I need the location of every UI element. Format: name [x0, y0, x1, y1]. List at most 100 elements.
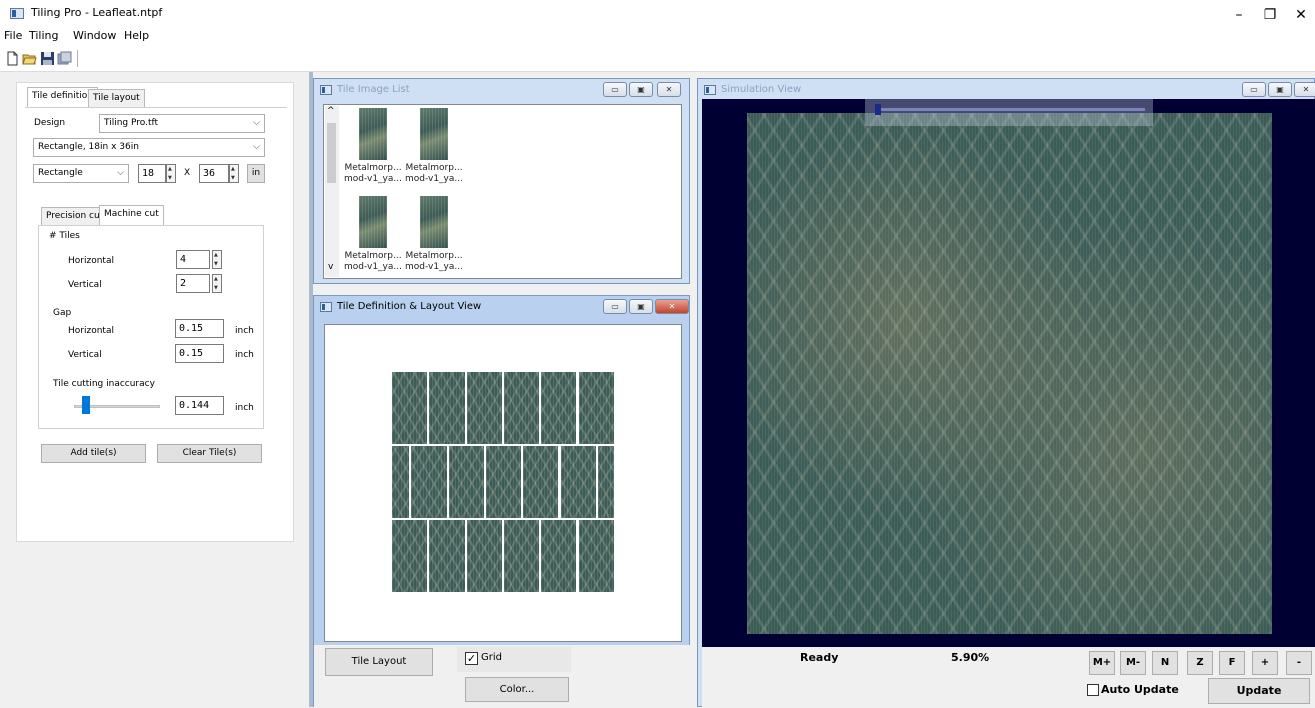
- scrollbar-thumb[interactable]: [327, 123, 336, 183]
- tile-settings-panel: Tile definition Tile layout Design Tilin…: [16, 82, 294, 542]
- tile-size-select[interactable]: Rectangle, 18in x 36in ⌵: [33, 138, 265, 157]
- tile-height-stepper[interactable]: [229, 164, 239, 183]
- auto-update-checkbox[interactable]: [1087, 684, 1099, 696]
- layout-tile: [523, 446, 561, 520]
- list-item[interactable]: Metalmorp... mod-v1_ya...: [404, 251, 464, 273]
- zoom-slider-track[interactable]: [877, 108, 1145, 111]
- dimension-x-label: X: [184, 168, 191, 178]
- horizontal-tiles-input[interactable]: 4: [176, 250, 210, 269]
- window-icon: [320, 85, 332, 95]
- layout-tile: [560, 446, 598, 520]
- menu-tiling[interactable]: Tiling: [29, 29, 59, 42]
- shape-select[interactable]: Rectangle ⌵: [33, 164, 129, 183]
- inaccuracy-slider-thumb[interactable]: [82, 396, 90, 414]
- close-window-button[interactable]: ✕: [657, 82, 681, 97]
- cutting-inaccuracy-label: Tile cutting inaccuracy: [53, 379, 155, 389]
- layout-tile: [503, 520, 542, 594]
- list-item[interactable]: Metalmorp... mod-v1_ya...: [343, 163, 403, 185]
- horizontal-tiles-stepper[interactable]: [212, 250, 222, 269]
- gap-horizontal-unit: inch: [235, 326, 254, 336]
- simulation-render: [747, 113, 1272, 634]
- close-button[interactable]: ✕: [1288, 6, 1314, 24]
- toolbar: [0, 46, 1315, 72]
- menu-help[interactable]: Help: [124, 29, 149, 42]
- menu-window[interactable]: Window: [73, 29, 116, 42]
- minimize-button[interactable]: –: [1226, 6, 1252, 24]
- close-window-button[interactable]: ✕: [655, 299, 689, 314]
- tile-thumbnail[interactable]: [420, 108, 448, 160]
- color-button[interactable]: Color...: [465, 677, 569, 702]
- tile-width-input[interactable]: 18: [138, 164, 166, 183]
- tile-image-list-window: Tile Image List ▭ ▣ ✕ ^ v Metalmorp... mo…: [313, 78, 690, 284]
- tile-layout-button[interactable]: Tile Layout: [325, 648, 433, 676]
- fit-button[interactable]: F: [1219, 651, 1245, 675]
- zoom-overlay: [865, 99, 1153, 126]
- gap-vertical-label: Vertical: [68, 350, 102, 360]
- vertical-tiles-stepper[interactable]: [212, 274, 222, 293]
- layout-tile: [429, 520, 467, 594]
- tile-thumbnail[interactable]: [359, 108, 387, 160]
- grid-checkbox[interactable]: ✓: [465, 652, 478, 665]
- normal-view-button[interactable]: N: [1152, 651, 1178, 675]
- save-as-icon[interactable]: [57, 51, 72, 66]
- design-select[interactable]: Tiling Pro.tft ⌵: [99, 114, 265, 133]
- menu-file[interactable]: File: [4, 29, 22, 42]
- unit-button[interactable]: in: [247, 164, 265, 183]
- layout-tile: [578, 372, 616, 446]
- grid-label: Grid: [481, 652, 502, 663]
- restore-button[interactable]: ❐: [1257, 6, 1283, 24]
- maximize-window-button[interactable]: ▣: [1268, 82, 1292, 97]
- vertical-tiles-input[interactable]: 2: [176, 274, 210, 293]
- tile-layout-preview: [392, 372, 616, 594]
- window-title: Tiling Pro - Leafleat.ntpf: [31, 6, 163, 19]
- minimize-window-button[interactable]: ▭: [603, 299, 627, 314]
- scroll-down-arrow[interactable]: v: [328, 262, 333, 272]
- open-folder-icon[interactable]: [22, 51, 37, 66]
- tile-size-select-value: Rectangle, 18in x 36in: [38, 142, 139, 152]
- list-item[interactable]: Metalmorp... mod-v1_ya...: [404, 163, 464, 185]
- inaccuracy-input[interactable]: 0.144: [175, 396, 224, 415]
- tile-width-stepper[interactable]: [166, 164, 176, 183]
- scroll-up-arrow[interactable]: ^: [327, 106, 335, 116]
- tab-machine-cut[interactable]: Machine cut: [99, 205, 164, 226]
- auto-update-label: Auto Update: [1101, 683, 1179, 696]
- title-bar: Tiling Pro - Leafleat.ntpf – ❐ ✕: [0, 0, 1315, 30]
- tile-height-input[interactable]: 36: [199, 164, 229, 183]
- layout-canvas[interactable]: [324, 324, 682, 642]
- layout-tile: [411, 446, 449, 520]
- save-icon[interactable]: [40, 51, 55, 66]
- memory-plus-button[interactable]: M+: [1089, 651, 1115, 675]
- maximize-window-button[interactable]: ▣: [629, 299, 653, 314]
- zoom-button[interactable]: Z: [1187, 651, 1213, 675]
- list-item[interactable]: Metalmorp... mod-v1_ya...: [343, 251, 403, 273]
- memory-minus-button[interactable]: M-: [1120, 651, 1146, 675]
- tile-thumbnail[interactable]: [420, 196, 448, 248]
- zoom-out-button[interactable]: -: [1286, 651, 1312, 675]
- minimize-window-button[interactable]: ▭: [1242, 82, 1266, 97]
- chevron-down-icon: ⌵: [253, 118, 260, 128]
- add-tiles-button[interactable]: Add tile(s): [41, 444, 146, 463]
- horizontal-tiles-label: Horizontal: [68, 256, 114, 266]
- list-scrollbar[interactable]: ^ v: [325, 106, 339, 277]
- toolbar-separator: [77, 50, 78, 67]
- tile-thumbnail[interactable]: [359, 196, 387, 248]
- simulation-view-title: Simulation View: [721, 84, 802, 95]
- tab-tile-layout[interactable]: Tile layout: [88, 89, 145, 108]
- inaccuracy-unit: inch: [235, 403, 254, 413]
- zoom-slider-thumb[interactable]: [875, 104, 881, 115]
- chevron-down-icon: ⌵: [253, 142, 260, 152]
- gap-horizontal-input[interactable]: 0.15: [175, 319, 224, 338]
- new-file-icon[interactable]: [5, 51, 20, 66]
- update-button[interactable]: Update: [1208, 678, 1310, 704]
- shape-select-value: Rectangle: [38, 168, 83, 178]
- close-window-button[interactable]: ✕: [1294, 82, 1315, 97]
- window-icon: [320, 302, 332, 312]
- clear-tiles-button[interactable]: Clear Tile(s): [157, 444, 262, 463]
- minimize-window-button[interactable]: ▭: [603, 82, 627, 97]
- gap-vertical-input[interactable]: 0.15: [175, 344, 224, 363]
- simulation-viewport[interactable]: [702, 99, 1315, 647]
- zoom-in-button[interactable]: +: [1252, 651, 1278, 675]
- layout-tile: [448, 446, 486, 520]
- maximize-window-button[interactable]: ▣: [629, 82, 653, 97]
- layout-tile: [503, 372, 542, 446]
